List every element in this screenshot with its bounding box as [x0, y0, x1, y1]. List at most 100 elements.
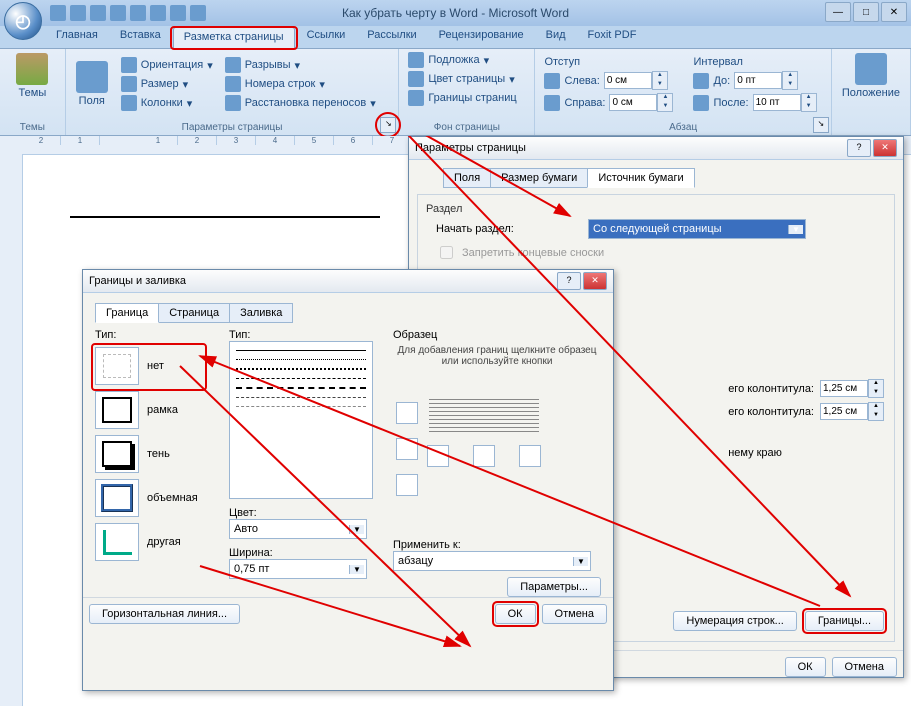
size-button[interactable]: Размер ▾: [118, 75, 216, 93]
qat-item-icon[interactable]: [150, 5, 166, 21]
borders-tab-shading[interactable]: Заливка: [229, 303, 293, 323]
indent-left-icon: [544, 73, 560, 89]
borders-tab-border[interactable]: Граница: [95, 303, 159, 323]
breaks-button[interactable]: Разрывы ▾: [222, 56, 379, 74]
dialog-close-button[interactable]: ✕: [583, 272, 607, 290]
space-after-input[interactable]: ▲▼: [753, 93, 817, 112]
hyphenation-icon: [225, 95, 241, 111]
preview-right-btn[interactable]: [519, 445, 541, 467]
page-color-button[interactable]: Цвет страницы ▾: [405, 70, 528, 88]
qat-item-icon[interactable]: [130, 5, 146, 21]
preview-bottom-btn[interactable]: [396, 474, 418, 496]
columns-button[interactable]: Колонки ▾: [118, 94, 216, 112]
start-section-label: Начать раздел:: [436, 223, 582, 235]
space-before-input[interactable]: ▲▼: [734, 71, 798, 90]
line-style-list[interactable]: [229, 341, 373, 499]
line-numbers-dlg-button[interactable]: Нумерация строк...: [673, 611, 796, 631]
borders-tab-page[interactable]: Страница: [158, 303, 230, 323]
dialog-close-button[interactable]: ✕: [873, 139, 897, 157]
tab-insert[interactable]: Вставка: [110, 26, 171, 48]
borders-dialog-title: Границы и заливка: [89, 275, 186, 287]
borders-dlg-button[interactable]: Границы...: [805, 611, 884, 631]
indent-header: Отступ: [544, 56, 580, 68]
ribbon: Темы Темы Поля Ориентация ▾ Размер ▾ Кол…: [0, 49, 911, 136]
pagesetup-ok-button[interactable]: ОК: [785, 657, 826, 677]
themes-button[interactable]: Темы: [6, 51, 59, 101]
space-before-icon: [693, 73, 709, 89]
apply-to-label: Применить к:: [393, 539, 601, 551]
tab-references[interactable]: Ссылки: [297, 26, 356, 48]
hyphenation-button[interactable]: Расстановка переносов ▾: [222, 94, 379, 112]
tab-home[interactable]: Главная: [46, 26, 108, 48]
group-page-setup-label: Параметры страницы: [72, 122, 393, 135]
tab-foxit[interactable]: Foxit PDF: [578, 26, 647, 48]
start-section-select[interactable]: Со следующей страницы▼: [588, 219, 806, 239]
tab-review[interactable]: Рецензирование: [429, 26, 534, 48]
qat-item-icon[interactable]: [170, 5, 186, 21]
qat-redo-icon[interactable]: [90, 5, 106, 21]
pagesetup-tab-margins[interactable]: Поля: [443, 168, 491, 188]
window-title: Как убрать черту в Word - Microsoft Word: [342, 6, 569, 20]
pagesetup-tab-paper[interactable]: Размер бумаги: [490, 168, 588, 188]
indent-left-input[interactable]: ▲▼: [604, 71, 668, 90]
page-setup-launcher[interactable]: ↘: [380, 117, 396, 133]
horizontal-line-shape: [70, 216, 380, 218]
qat-undo-icon[interactable]: [70, 5, 86, 21]
breaks-icon: [225, 57, 241, 73]
suppress-endnotes-checkbox[interactable]: [440, 246, 453, 259]
office-button[interactable]: ◴: [4, 2, 42, 40]
position-button[interactable]: Положение: [838, 51, 904, 121]
indent-right-input[interactable]: ▲▼: [609, 93, 673, 112]
tab-page-layout[interactable]: Разметка страницы: [173, 27, 295, 49]
preview-mid-btn[interactable]: [396, 438, 418, 460]
color-select[interactable]: Авто▼: [229, 519, 367, 539]
minimize-button[interactable]: —: [825, 2, 851, 22]
dialog-help-button[interactable]: ?: [847, 139, 871, 157]
watermark-button[interactable]: Подложка ▾: [405, 51, 528, 69]
border-type-box[interactable]: рамка: [95, 391, 215, 429]
page-borders-icon: [408, 90, 424, 106]
paragraph-launcher[interactable]: ↘: [813, 117, 829, 133]
preview-label: Образец: [393, 329, 601, 341]
width-select[interactable]: 0,75 пт▼: [229, 559, 367, 579]
border-type-custom[interactable]: другая: [95, 523, 215, 561]
document-area[interactable]: [70, 176, 380, 218]
pagesetup-cancel-button[interactable]: Отмена: [832, 657, 897, 677]
apply-to-select[interactable]: абзацу▼: [393, 551, 591, 571]
qat-save-icon[interactable]: [50, 5, 66, 21]
space-after-icon: [693, 95, 709, 111]
borders-cancel-button[interactable]: Отмена: [542, 604, 607, 624]
qat-item-icon[interactable]: [190, 5, 206, 21]
group-paragraph-label: Абзац: [541, 122, 824, 135]
dialog-help-button[interactable]: ?: [557, 272, 581, 290]
borders-dialog: Границы и заливка ?✕ Граница Страница За…: [82, 269, 614, 691]
indent-right-icon: [544, 95, 560, 111]
page-borders-button[interactable]: Границы страниц: [405, 89, 528, 107]
borders-ok-button[interactable]: ОК: [495, 604, 536, 624]
border-options-button[interactable]: Параметры...: [507, 577, 601, 597]
pagesetup-tab-layout[interactable]: Источник бумаги: [587, 168, 694, 188]
preview-area[interactable]: [393, 371, 575, 533]
qat-print-icon[interactable]: [110, 5, 126, 21]
border-type-none[interactable]: нет: [95, 347, 215, 385]
header-distance-input[interactable]: ▲▼: [820, 379, 884, 398]
footer-distance-input[interactable]: ▲▼: [820, 402, 884, 421]
line-numbers-icon: [225, 76, 241, 92]
preview-top-btn[interactable]: [396, 402, 418, 424]
horizontal-line-button[interactable]: Горизонтальная линия...: [89, 604, 240, 624]
preview-center-btn[interactable]: [473, 445, 495, 467]
vert-align-label: нему краю: [728, 447, 782, 459]
tab-mailings[interactable]: Рассылки: [357, 26, 426, 48]
line-numbers-button[interactable]: Номера строк ▾: [222, 75, 379, 93]
margins-button[interactable]: Поля: [72, 59, 112, 109]
close-button[interactable]: ✕: [881, 2, 907, 22]
preview-left-btn[interactable]: [427, 445, 449, 467]
border-type-shadow[interactable]: тень: [95, 435, 215, 473]
tab-view[interactable]: Вид: [536, 26, 576, 48]
type-box-icon: [95, 391, 139, 429]
group-themes-label: Темы: [6, 122, 59, 135]
section-label: Раздел: [426, 203, 886, 215]
border-type-3d[interactable]: объемная: [95, 479, 215, 517]
maximize-button[interactable]: □: [853, 2, 879, 22]
orientation-button[interactable]: Ориентация ▾: [118, 56, 216, 74]
